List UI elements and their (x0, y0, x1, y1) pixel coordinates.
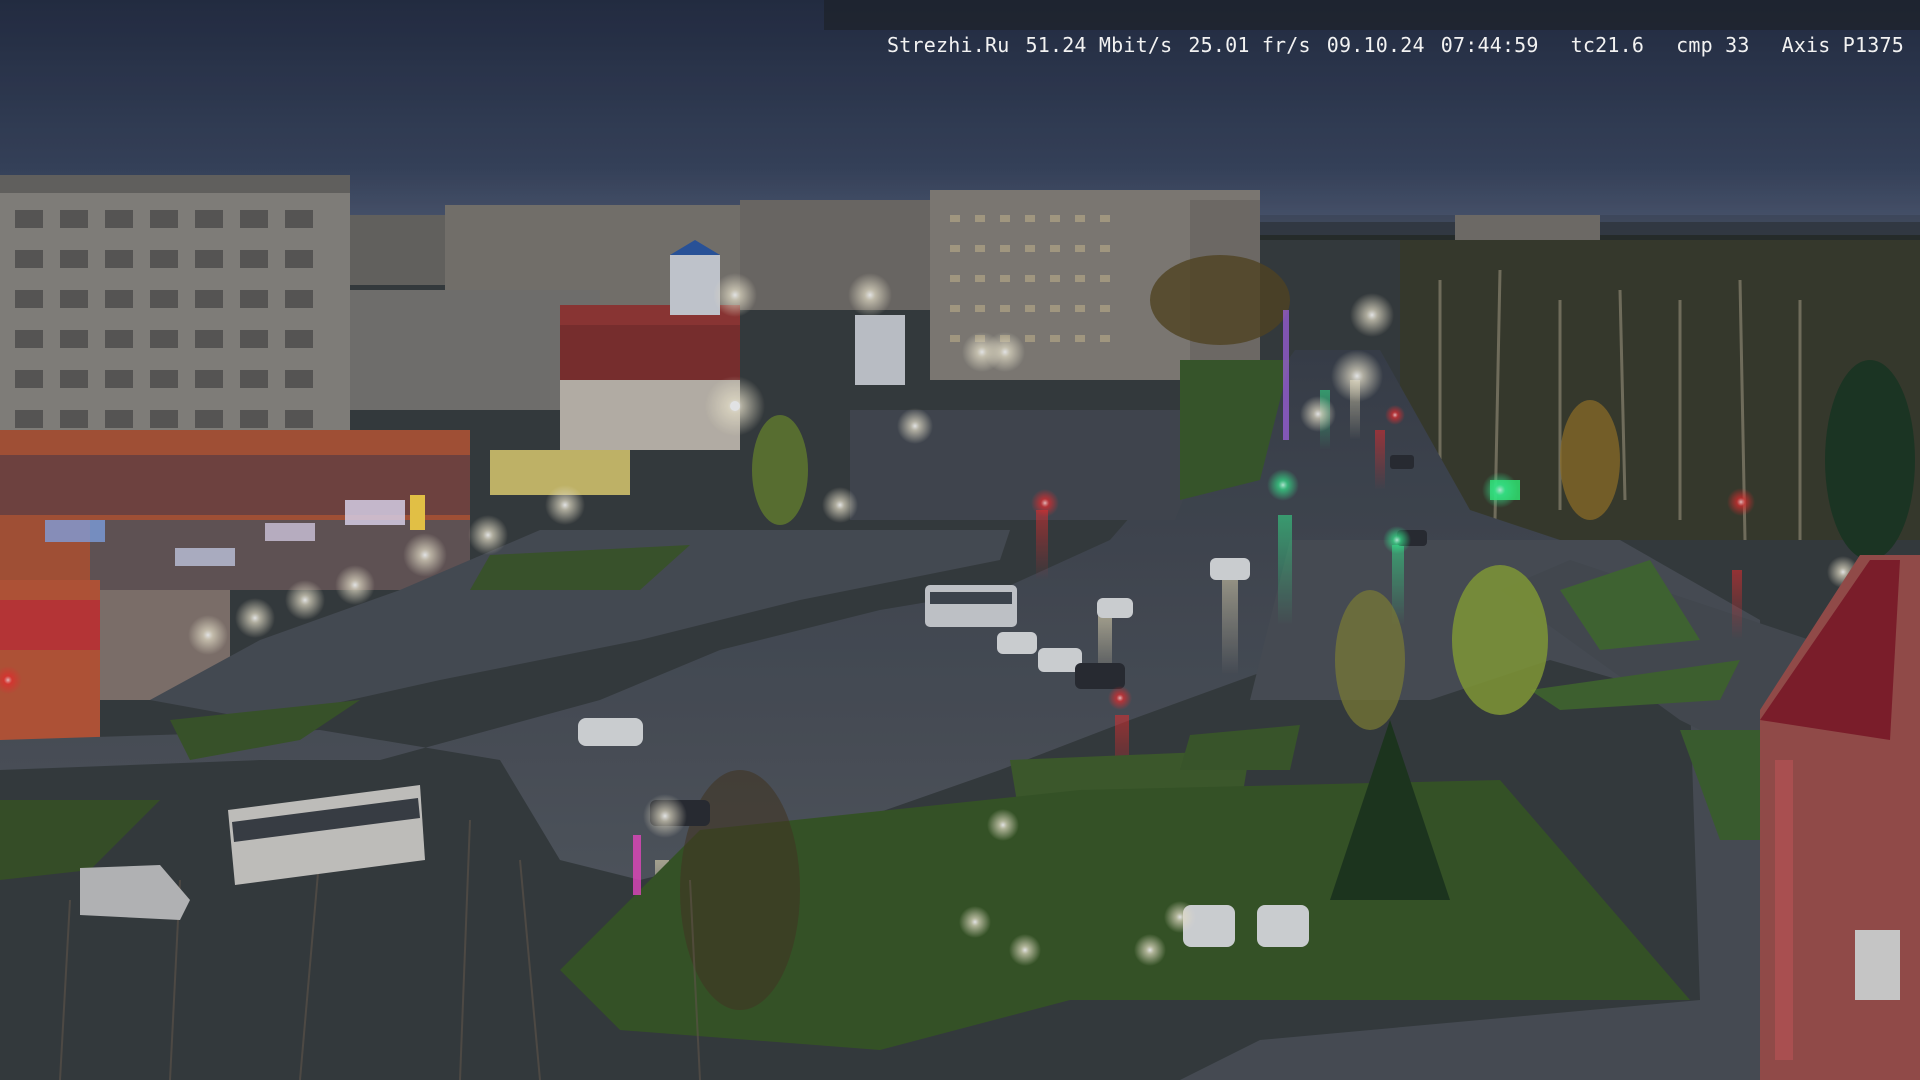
osd-date: 09.10.24 (1326, 33, 1425, 57)
street-scene (0, 0, 1920, 1080)
camera-osd-overlay: Strezhi.Ru 51.24 Mbit/s 25.01 fr/s 09.10.24… (824, 0, 1920, 57)
osd-compression: cmp 33 (1676, 33, 1750, 57)
osd-bitrate: 51.24 Mbit/s (1025, 33, 1173, 57)
osd-site: Strezhi.Ru (887, 33, 1010, 57)
osd-time: 07:44:59 (1440, 33, 1539, 57)
webcam-frame: Strezhi.Ru 51.24 Mbit/s 25.01 fr/s 09.10.24… (0, 0, 1920, 1080)
osd-temperature: tc21.6 (1570, 33, 1645, 57)
osd-camera-model: Axis P1375 (1781, 33, 1904, 57)
osd-framerate: 25.01 fr/s (1188, 33, 1311, 57)
night-vignette (0, 0, 1920, 1080)
